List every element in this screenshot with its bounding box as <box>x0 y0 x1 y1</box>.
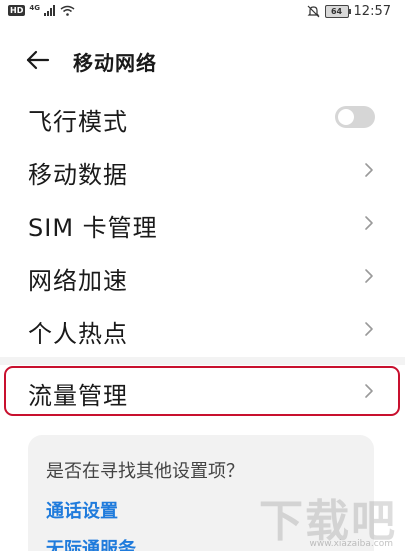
personal-hotspot-label: 个人热点 <box>28 320 128 348</box>
network-acceleration-row[interactable]: 网络加速 <box>0 251 405 301</box>
status-right: 64 12:57 <box>307 4 391 19</box>
clock: 12:57 <box>353 4 391 19</box>
back-arrow-icon[interactable] <box>24 46 54 74</box>
phone-screen: HD 4G 64 12:57 移动网络 飞行模式 移动数据 SIM 卡管理 网络… <box>0 0 405 551</box>
chevron-right-icon <box>365 163 373 177</box>
section-divider <box>0 357 405 365</box>
toggle-knob <box>338 109 354 125</box>
signal-icon <box>43 5 55 16</box>
borderless-service-link[interactable]: 无际通服务 <box>46 535 136 551</box>
chevron-right-icon <box>365 216 373 230</box>
airplane-mode-toggle[interactable] <box>335 106 375 128</box>
highlight-annotation <box>4 366 400 416</box>
mute-bell-icon <box>307 5 319 18</box>
status-left: HD 4G <box>8 3 75 16</box>
network-type: 4G <box>29 3 40 12</box>
network-acceleration-label: 网络加速 <box>28 267 128 295</box>
airplane-mode-row[interactable]: 飞行模式 <box>0 92 405 142</box>
chevron-right-icon <box>365 269 373 283</box>
sim-management-label: SIM 卡管理 <box>28 214 158 242</box>
sim-management-row[interactable]: SIM 卡管理 <box>0 198 405 248</box>
mobile-data-label: 移动数据 <box>28 161 128 189</box>
page-title: 移动网络 <box>73 51 157 75</box>
wifi-icon <box>60 5 75 16</box>
battery-icon: 64 <box>324 5 351 18</box>
suggestion-title: 是否在寻找其他设置项？ <box>46 461 244 482</box>
status-bar: HD 4G 64 12:57 <box>0 0 405 26</box>
watermark-url: www.xiazaiba.com <box>309 539 393 549</box>
call-settings-link[interactable]: 通话设置 <box>46 497 118 523</box>
hd-badge: HD <box>8 5 26 16</box>
chevron-right-icon <box>365 322 373 336</box>
mobile-data-row[interactable]: 移动数据 <box>0 145 405 195</box>
airplane-mode-label: 飞行模式 <box>28 108 128 136</box>
personal-hotspot-row[interactable]: 个人热点 <box>0 304 405 354</box>
app-header: 移动网络 <box>0 38 405 82</box>
